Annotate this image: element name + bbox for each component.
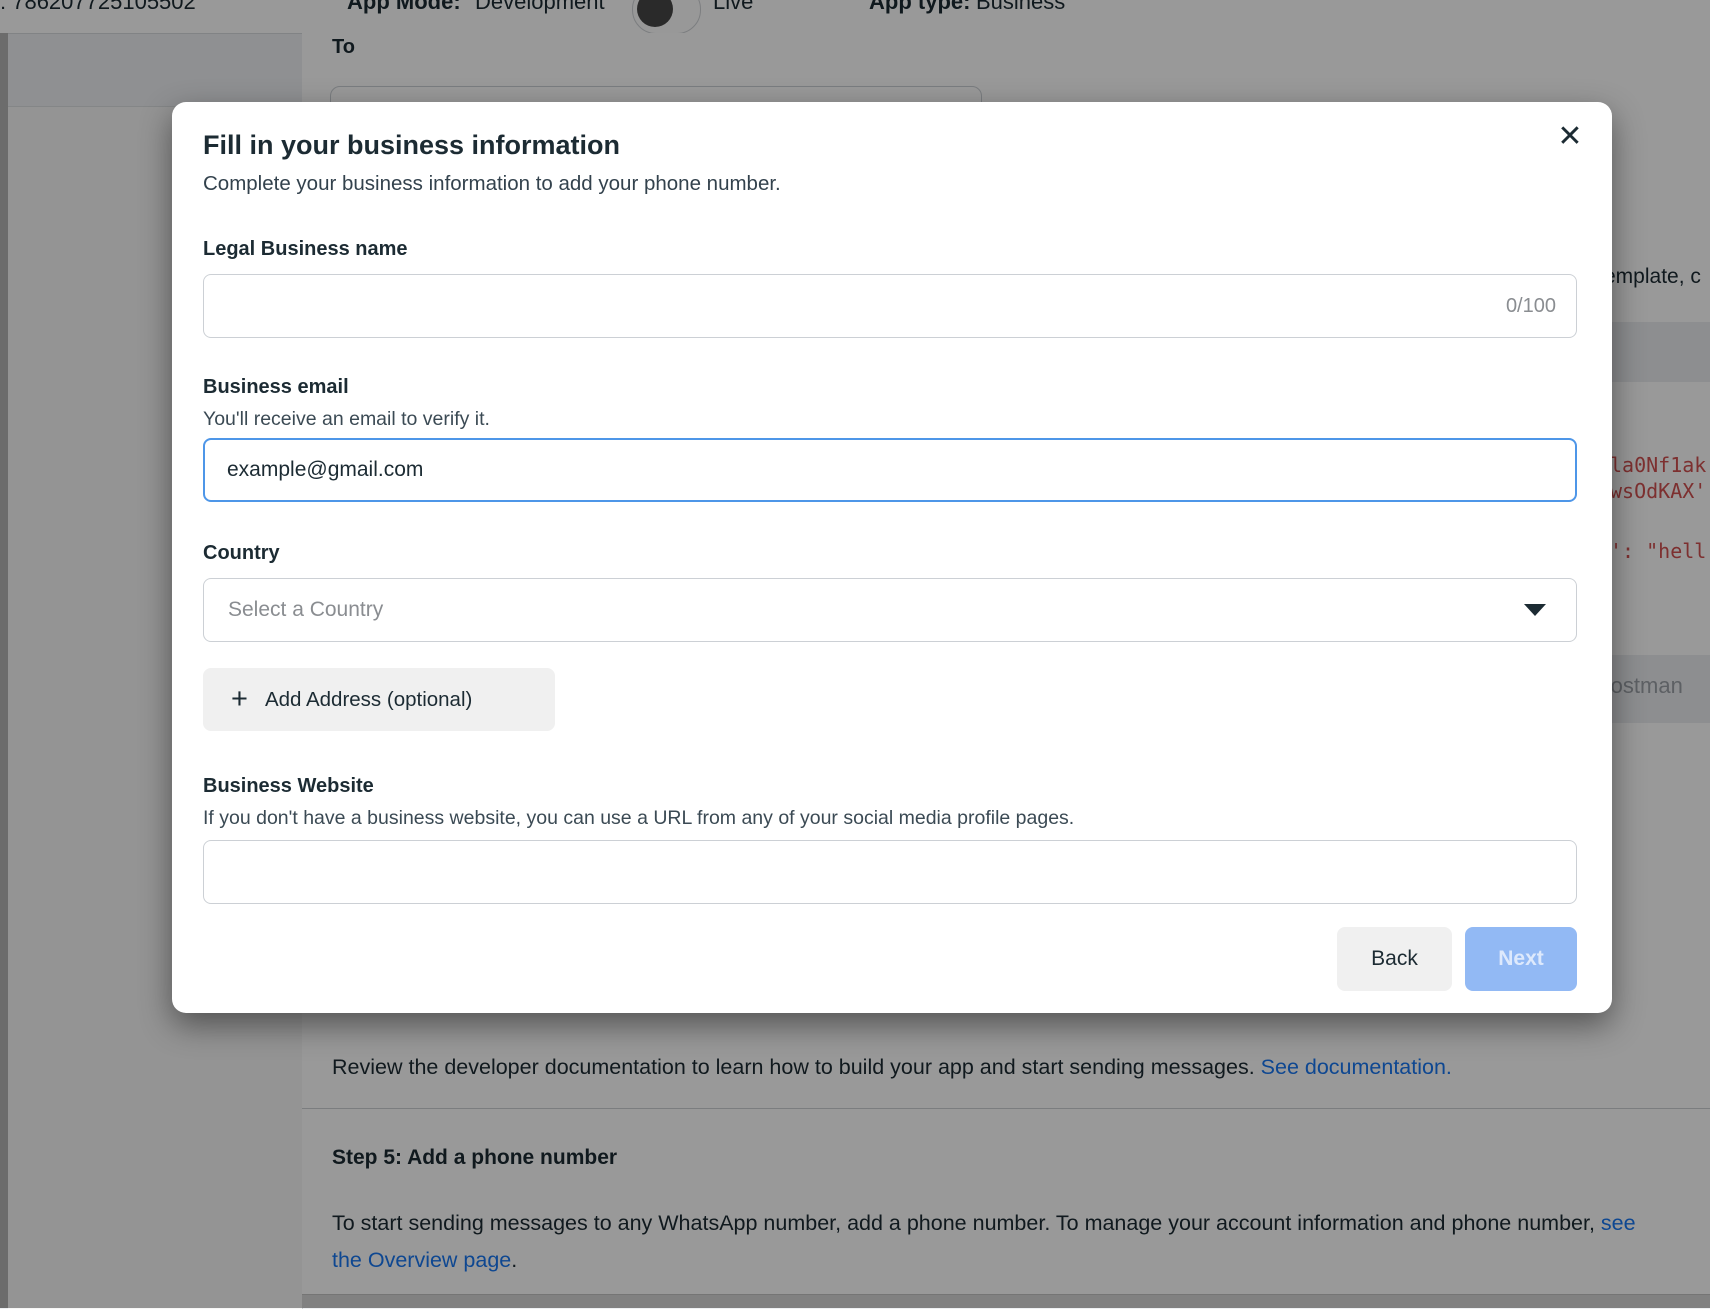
business-info-modal: ✕ Fill in your business information Comp… bbox=[172, 102, 1612, 1013]
business-email-shell bbox=[203, 438, 1577, 502]
business-website-shell bbox=[203, 840, 1577, 904]
plus-icon: + bbox=[231, 685, 248, 714]
back-button[interactable]: Back bbox=[1337, 927, 1452, 991]
country-label: Country bbox=[203, 540, 1577, 566]
business-email-label: Business email bbox=[203, 374, 1577, 400]
modal-footer: Back Next bbox=[203, 927, 1577, 991]
char-counter: 0/100 bbox=[1506, 295, 1556, 318]
country-select[interactable]: Select a Country bbox=[203, 578, 1577, 642]
add-address-button[interactable]: + Add Address (optional) bbox=[203, 668, 555, 731]
business-website-helper: If you don't have a business website, yo… bbox=[203, 806, 1577, 831]
next-button[interactable]: Next bbox=[1465, 927, 1577, 991]
close-icon[interactable]: ✕ bbox=[1550, 116, 1590, 156]
business-email-input[interactable] bbox=[225, 457, 1555, 483]
legal-business-name-shell: 0/100 bbox=[203, 274, 1577, 338]
add-address-label: Add Address (optional) bbox=[265, 688, 472, 712]
modal-subtitle: Complete your business information to ad… bbox=[203, 171, 1577, 197]
business-email-helper: You'll receive an email to verify it. bbox=[203, 407, 1577, 432]
modal-title: Fill in your business information bbox=[203, 128, 1577, 162]
business-website-label: Business Website bbox=[203, 773, 1577, 799]
legal-business-name-input[interactable] bbox=[224, 293, 1494, 319]
country-select-placeholder: Select a Country bbox=[228, 598, 1524, 622]
legal-business-name-label: Legal Business name bbox=[203, 236, 1577, 262]
business-website-input[interactable] bbox=[224, 859, 1556, 885]
chevron-down-icon bbox=[1524, 604, 1546, 616]
